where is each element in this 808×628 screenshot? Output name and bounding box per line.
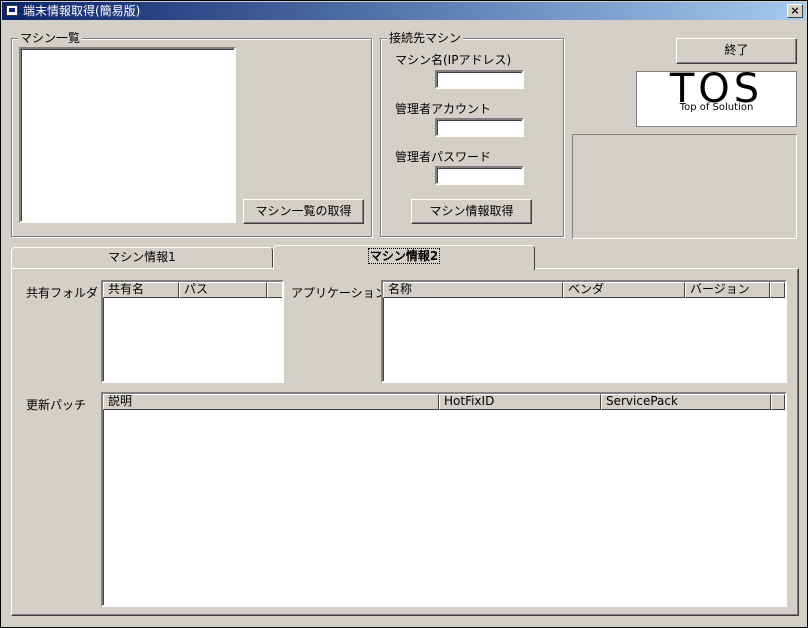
shared-folders-header: 共有名 パス bbox=[103, 282, 282, 298]
exit-button[interactable]: 終了 bbox=[676, 38, 797, 64]
connection-group-label: 接続先マシン bbox=[387, 31, 464, 45]
patches-col-hotfixid[interactable]: HotFixID bbox=[439, 394, 601, 410]
applications-col-version[interactable]: バージョン bbox=[685, 282, 770, 298]
applications-col-extra[interactable] bbox=[770, 282, 785, 298]
admin-password-label: 管理者パスワード bbox=[395, 150, 492, 164]
patches-listview[interactable]: 説明 HotFixID ServicePack bbox=[101, 392, 787, 607]
app-icon bbox=[6, 5, 18, 16]
shared-folders-label: 共有フォルダ bbox=[26, 286, 99, 300]
patches-col-extra[interactable] bbox=[771, 394, 785, 410]
tab-machine-info-1[interactable]: マシン情報1 bbox=[11, 247, 273, 268]
tos-logo: TOS Top of Solution bbox=[636, 69, 797, 127]
title-bar[interactable]: 端末情報取得(簡易版) × bbox=[2, 2, 806, 20]
patches-col-description[interactable]: 説明 bbox=[103, 394, 439, 410]
admin-account-input[interactable] bbox=[435, 118, 524, 137]
shared-folders-col-name[interactable]: 共有名 bbox=[103, 282, 179, 298]
tab-machine-info-2[interactable]: マシン情報2 bbox=[273, 245, 535, 270]
shared-folders-col-extra[interactable] bbox=[267, 282, 282, 298]
patches-label: 更新パッチ bbox=[26, 398, 87, 412]
applications-listview[interactable]: 名称 ベンダ バージョン bbox=[381, 280, 787, 383]
applications-header: 名称 ベンダ バージョン bbox=[383, 282, 785, 298]
applications-col-name[interactable]: 名称 bbox=[383, 282, 563, 298]
machine-name-label: マシン名(IPアドレス) bbox=[395, 53, 512, 67]
machine-name-input[interactable] bbox=[435, 70, 524, 89]
tab-machine-info-1-label: マシン情報1 bbox=[108, 250, 176, 264]
shared-folders-listview[interactable]: 共有名 パス bbox=[101, 280, 284, 383]
logo-sub-text: Top of Solution bbox=[679, 102, 754, 113]
patches-col-servicepack[interactable]: ServicePack bbox=[601, 394, 771, 410]
main-window: 端末情報取得(簡易版) × マシン一覧 マシン一覧の取得 接続先マシン マシン名… bbox=[0, 0, 808, 628]
machine-listbox[interactable] bbox=[19, 47, 236, 223]
fetch-machine-list-button[interactable]: マシン一覧の取得 bbox=[243, 199, 364, 224]
close-button[interactable]: × bbox=[787, 4, 803, 18]
applications-label: アプリケーション bbox=[291, 286, 387, 300]
machine-list-group-label: マシン一覧 bbox=[18, 31, 83, 45]
window-title: 端末情報取得(簡易版) bbox=[23, 4, 141, 18]
info-panel bbox=[572, 134, 797, 239]
admin-password-input[interactable] bbox=[435, 166, 524, 185]
admin-account-label: 管理者アカウント bbox=[395, 102, 492, 116]
tab-machine-info-2-label: マシン情報2 bbox=[367, 248, 441, 264]
applications-col-vendor[interactable]: ベンダ bbox=[563, 282, 685, 298]
fetch-machine-info-button[interactable]: マシン情報取得 bbox=[411, 199, 532, 224]
shared-folders-col-path[interactable]: パス bbox=[179, 282, 267, 298]
patches-header: 説明 HotFixID ServicePack bbox=[103, 394, 785, 410]
